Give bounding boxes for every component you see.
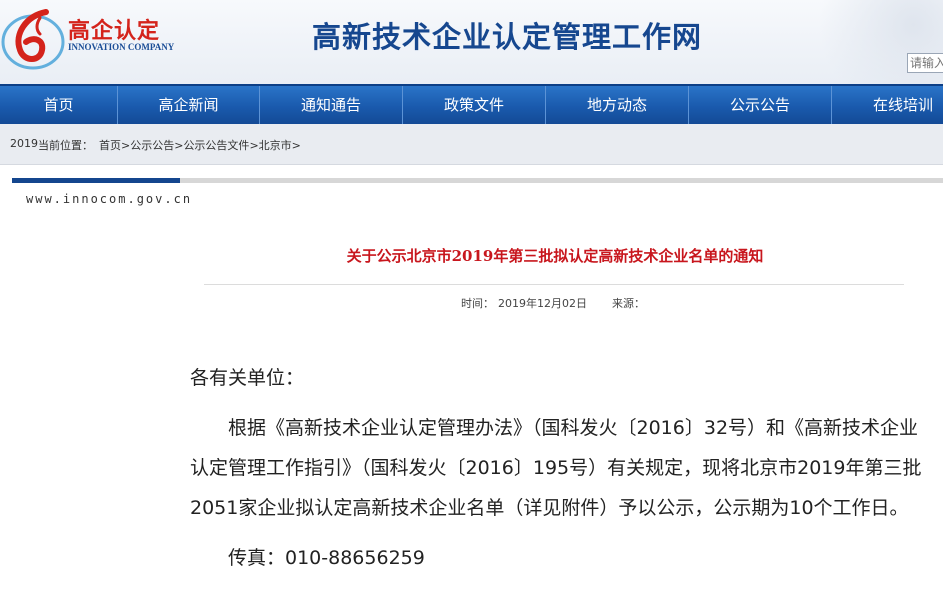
nav-item-training[interactable]: 在线培训 [832,86,943,124]
nav-item-announcements[interactable]: 公示公告 [689,86,831,124]
logo-icon [1,9,65,70]
article-title: 关于公示北京市2019年第三批拟认定高新技术企业名单的通知 [346,247,764,265]
nav-item-home[interactable]: 首页 [0,86,117,124]
nav-item-news[interactable]: 高企新闻 [118,86,259,124]
logo-text-cn: 高企认定 [68,19,161,44]
content-top-accent [12,178,180,183]
article-time-value: 2019年12月02日 [498,297,587,310]
breadcrumb-links: 首页>公示公告>公示公告文件>北京市> [99,137,301,153]
site-title: 高新技术企业认定管理工作网 [312,20,703,54]
breadcrumb-link-announcements[interactable]: 公示公告 [130,139,174,152]
breadcrumb-link-announcement-files[interactable]: 公示公告文件 [183,139,249,152]
site-domain: www.innocom.gov.cn [26,192,193,206]
article-time-label: 时间： [461,297,494,310]
main-nav: 首页 高企新闻 通知通告 政策文件 地方动态 公示公告 在线培训 [0,84,943,124]
site-header: 高企认定 INNOVATION COMPANY 高新技术企业认定管理工作网 [0,0,943,84]
breadcrumb-label: 当前位置： [38,139,93,152]
article-fax: 传真：010-88656259 [228,547,425,569]
breadcrumb: 2019 当前位置： 首页>公示公告>公示公告文件>北京市> [0,124,943,165]
nav-item-policy[interactable]: 政策文件 [403,86,545,124]
search-input[interactable] [907,53,943,73]
breadcrumb-sep: > [121,139,131,152]
article-greeting: 各有关单位： [190,367,305,389]
article-paragraph: 根据《高新技术企业认定管理办法》（国科发火〔2016〕32号）和《高新技术企业认… [190,417,922,519]
breadcrumb-sep: > [249,139,259,152]
article-source-label: 来源： [612,297,645,310]
breadcrumb-sep: > [291,139,301,152]
nav-item-local[interactable]: 地方动态 [546,86,688,124]
logo-text-en: INNOVATION COMPANY [68,42,175,52]
article-body: 各有关单位： 根据《高新技术企业认定管理办法》（国科发火〔2016〕32号）和《… [190,358,930,578]
breadcrumb-year: 2019 [10,137,38,150]
site-logo[interactable]: 高企认定 INNOVATION COMPANY [0,4,190,80]
breadcrumb-link-home[interactable]: 首页 [99,139,121,152]
nav-item-notices[interactable]: 通知通告 [260,86,402,124]
breadcrumb-link-beijing[interactable]: 北京市 [259,139,292,152]
article-divider [204,284,904,285]
